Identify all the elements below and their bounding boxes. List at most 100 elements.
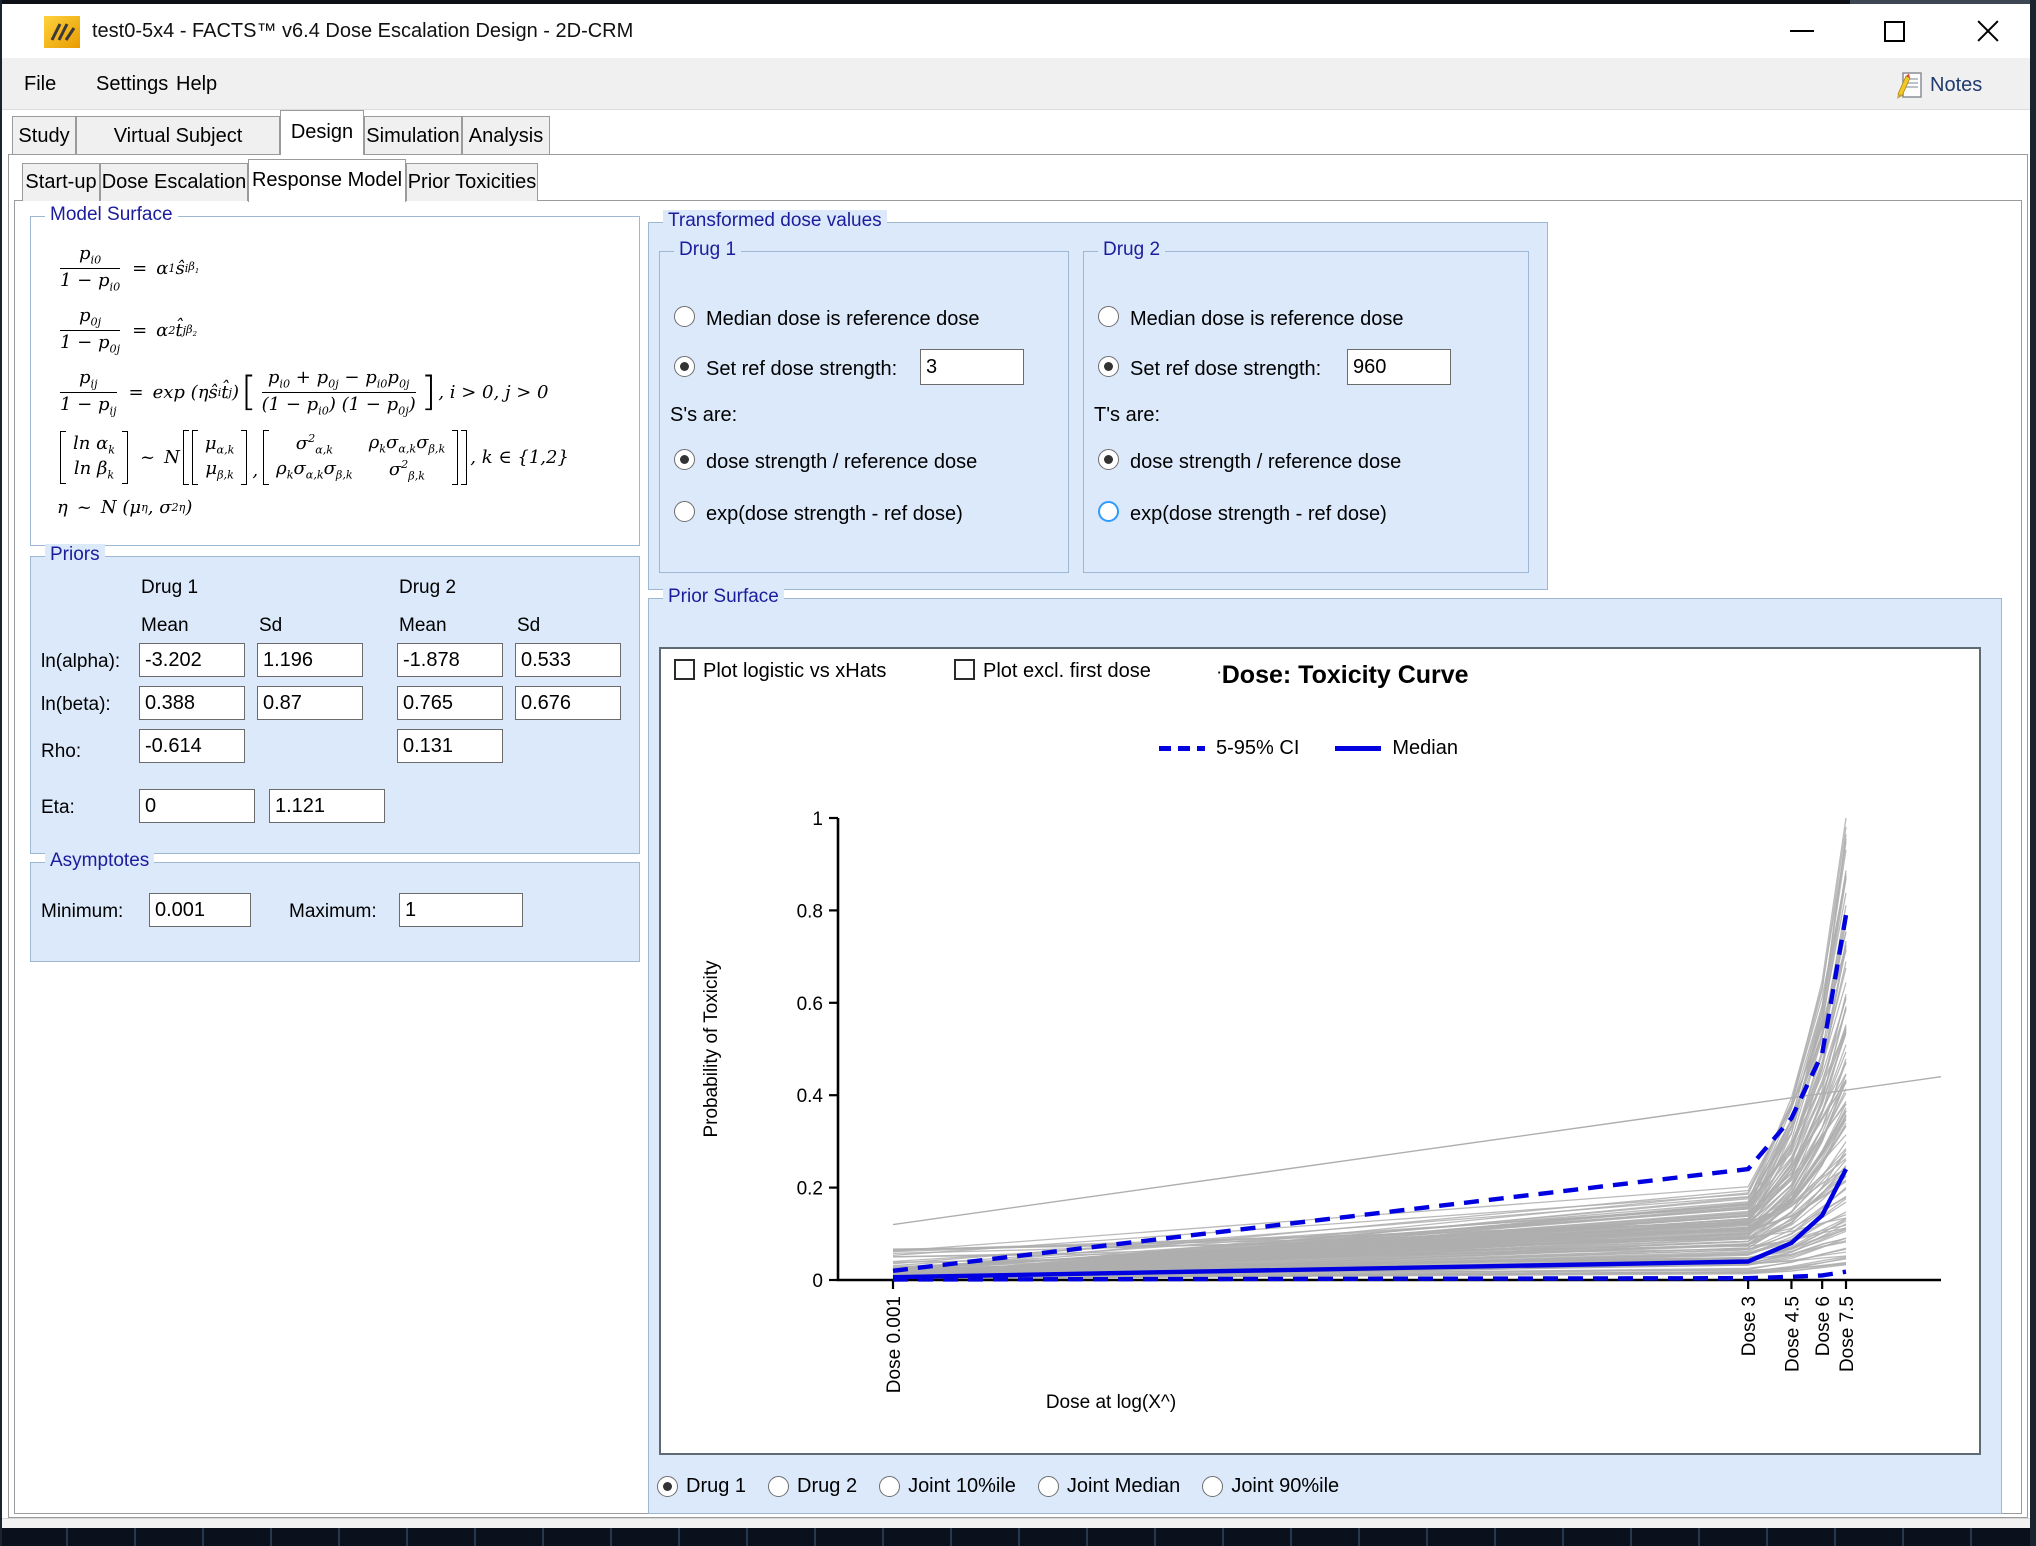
d2-setref-label: Set ref dose strength:	[1130, 358, 1321, 381]
transformed-drug1-title: Drug 1	[674, 239, 741, 261]
d1-median-ref-radio[interactable]	[674, 306, 695, 327]
transformed-title: Transformed dose values	[663, 210, 887, 232]
prior-surface-group: Prior Surface Plot logistic vs xHats Plo…	[648, 598, 2002, 1514]
d1-median-ref-label: Median dose is reference dose	[706, 308, 980, 331]
view-jointmedian-radio[interactable]	[1038, 1476, 1059, 1497]
ln-beta-d2-sd-input[interactable]	[515, 686, 621, 720]
ln-alpha-d1-sd-input[interactable]	[257, 643, 363, 677]
close-button[interactable]	[1960, 4, 2016, 58]
prior-surface-title: Prior Surface	[663, 586, 784, 608]
plot-logistic-checkbox[interactable]	[674, 659, 695, 680]
ln-beta-d2-mean-input[interactable]	[397, 686, 503, 720]
view-joint90-option[interactable]: Joint 90%ile	[1202, 1475, 1339, 1498]
priors-drug1-header: Drug 1	[141, 577, 198, 599]
asymptotes-group: Asymptotes Minimum: Maximum:	[30, 862, 640, 962]
tab-dose-escalation[interactable]: Dose Escalation	[100, 163, 248, 201]
view-drug1-option[interactable]: Drug 1	[657, 1475, 746, 1498]
eta-label: Eta:	[41, 797, 75, 819]
taskbar-strip	[0, 1528, 2036, 1546]
tab-simulation[interactable]: Simulation	[364, 116, 462, 154]
tab-design[interactable]: Design	[280, 110, 364, 155]
title-bar[interactable]: test0-5x4 - FACTS™ v6.4 Dose Escalation …	[0, 4, 2036, 58]
d2-ratio-label: dose strength / reference dose	[1130, 451, 1401, 474]
maximum-input[interactable]	[399, 893, 523, 927]
plot-excl-first-dose-checkbox[interactable]	[954, 659, 975, 680]
d2-exp-label: exp(dose strength - ref dose)	[1130, 503, 1387, 526]
view-joint10-option[interactable]: Joint 10%ile	[879, 1475, 1016, 1498]
priors-d2-mean-header: Mean	[399, 615, 447, 637]
tab-prior-toxicities[interactable]: Prior Toxicities	[406, 163, 538, 201]
d2-ratio-radio[interactable]	[1098, 449, 1119, 470]
curve-view-selector: Drug 1 Drug 2 Joint 10%ile Joint Median …	[657, 1475, 1361, 1498]
window-title: test0-5x4 - FACTS™ v6.4 Dose Escalation …	[92, 4, 633, 58]
d1-ref-dose-input[interactable]	[920, 349, 1024, 385]
ln-alpha-d2-sd-input[interactable]	[515, 643, 621, 677]
d2-ref-dose-input[interactable]	[1347, 349, 1451, 385]
priors-drug2-header: Drug 2	[399, 577, 456, 599]
transformed-dose-values-group: Transformed dose values Drug 1 Median do…	[648, 222, 1548, 590]
notes-label: Notes	[1930, 74, 1982, 97]
maximum-label: Maximum:	[289, 901, 377, 923]
svg-text:Dose 6: Dose 6	[1813, 1296, 1834, 1356]
model-formulas: pi01 − pi0=α1ŝiβ1 p0j1 − p0j=α2t̂jβ2 pij…	[57, 243, 617, 530]
notes-button[interactable]: Notes	[1896, 66, 1982, 104]
view-joint10-label: Joint 10%ile	[908, 1475, 1016, 1498]
d2-exp-radio[interactable]	[1098, 501, 1119, 522]
tab-analysis[interactable]: Analysis	[462, 116, 550, 154]
view-drug2-label: Drug 2	[797, 1475, 857, 1498]
svg-text:Dose at log(X^): Dose at log(X^)	[1046, 1392, 1176, 1413]
rho-label: Rho:	[41, 741, 81, 763]
view-joint90-label: Joint 90%ile	[1231, 1475, 1339, 1498]
rho-d1-input[interactable]	[139, 729, 245, 763]
view-drug1-label: Drug 1	[686, 1475, 746, 1498]
svg-text:Dose 7.5: Dose 7.5	[1837, 1296, 1858, 1372]
eta-mean-input[interactable]	[139, 789, 255, 823]
ln-beta-d1-sd-input[interactable]	[257, 686, 363, 720]
d2-setref-radio[interactable]	[1098, 356, 1119, 377]
svg-text:1: 1	[812, 809, 823, 830]
ln-beta-label: ln(beta):	[41, 694, 111, 716]
svg-text:Dose 0.001: Dose 0.001	[884, 1296, 905, 1393]
plot-excl-first-dose-label: Plot excl. first dose	[983, 660, 1151, 683]
d1-exp-radio[interactable]	[674, 501, 695, 522]
menu-help[interactable]: Help	[164, 58, 229, 110]
maximize-button[interactable]	[1866, 4, 1922, 58]
toxicity-curve-chart: 00.20.40.60.81Dose 0.001Dose 3Dose 4.5Do…	[662, 703, 1982, 1455]
application-window: test0-5x4 - FACTS™ v6.4 Dose Escalation …	[0, 0, 2036, 1546]
formula-joint-odds: pij1 − pij=exp (ηŝit̂j) [pi0 + p0j − pi0…	[57, 367, 617, 417]
ln-alpha-d1-mean-input[interactable]	[139, 643, 245, 677]
tab-virtual-subject-response[interactable]: Virtual Subject Response	[76, 116, 280, 154]
ln-beta-d1-mean-input[interactable]	[139, 686, 245, 720]
d1-setref-radio[interactable]	[674, 356, 695, 377]
close-icon	[1975, 18, 2001, 44]
tab-response-model[interactable]: Response Model	[248, 159, 406, 202]
minimize-button[interactable]	[1774, 4, 1830, 58]
d1-scale-label: S's are:	[670, 404, 737, 427]
minimum-input[interactable]	[149, 893, 251, 927]
formula-drug1-odds: pi01 − pi0=α1ŝiβ1	[57, 243, 617, 293]
menu-file[interactable]: File	[12, 58, 68, 110]
view-jointmedian-option[interactable]: Joint Median	[1038, 1475, 1180, 1498]
svg-text:0: 0	[812, 1271, 823, 1292]
transformed-drug1-group: Drug 1 Median dose is reference dose Set…	[659, 251, 1069, 573]
facts-app-icon	[44, 16, 80, 48]
tab-study[interactable]: Study	[12, 116, 76, 154]
priors-title: Priors	[45, 544, 105, 566]
chart-title: ·Dose: Toxicity Curve	[1173, 661, 1513, 690]
window-right-edge	[2030, 0, 2036, 1546]
view-drug1-radio[interactable]	[657, 1476, 678, 1497]
view-joint90-radio[interactable]	[1202, 1476, 1223, 1497]
view-drug2-option[interactable]: Drug 2	[768, 1475, 857, 1498]
view-joint10-radio[interactable]	[879, 1476, 900, 1497]
d2-median-ref-radio[interactable]	[1098, 306, 1119, 327]
view-drug2-radio[interactable]	[768, 1476, 789, 1497]
d1-ratio-radio[interactable]	[674, 449, 695, 470]
rho-d2-input[interactable]	[397, 729, 503, 763]
priors-d1-sd-header: Sd	[259, 615, 282, 637]
minimum-label: Minimum:	[41, 901, 123, 923]
svg-text:Probability of Toxicity: Probability of Toxicity	[701, 960, 722, 1138]
tab-start-up[interactable]: Start-up	[22, 163, 100, 201]
priors-d1-mean-header: Mean	[141, 615, 189, 637]
ln-alpha-d2-mean-input[interactable]	[397, 643, 503, 677]
eta-sd-input[interactable]	[269, 789, 385, 823]
